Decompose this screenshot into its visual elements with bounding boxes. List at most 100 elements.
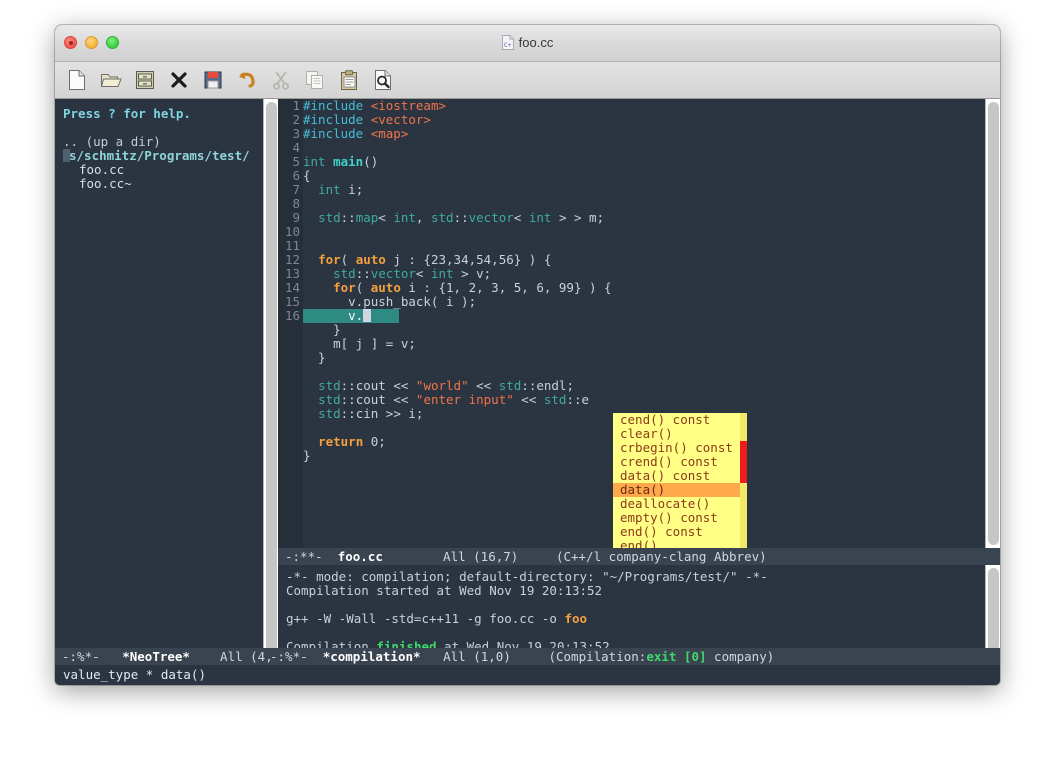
list-item[interactable]: foo.cc~	[63, 177, 263, 191]
code-token: (	[340, 252, 356, 267]
company-item-selected[interactable]: data()	[613, 483, 747, 497]
code-line[interactable]: 6{	[278, 169, 985, 183]
bottom-mode-line: -:%*- *NeoTree* All (4, -:%*- *compilati…	[55, 648, 1000, 665]
company-item[interactable]: deallocate()	[613, 497, 747, 511]
undo-button[interactable]	[234, 67, 260, 93]
cut-button[interactable]	[268, 67, 294, 93]
neotree-sidebar[interactable]: Press ? for help. .. (up a dir) s/schmit…	[55, 99, 263, 665]
code-line[interactable]: 16 v.	[278, 309, 985, 323]
code-token: int	[318, 182, 341, 197]
code-line[interactable]: std::cout << "enter input" << std::e	[278, 393, 985, 407]
code-line[interactable]	[278, 365, 985, 379]
neotree-ml-buffer: *NeoTree*	[122, 649, 190, 664]
compilation-text: -*- mode: compilation; default-directory…	[286, 569, 768, 584]
code-line[interactable]: 14 for( auto i : {1, 2, 3, 5, 6, 99} ) {	[278, 281, 985, 295]
new-file-button[interactable]	[64, 67, 90, 93]
code-token: auto	[370, 280, 401, 295]
code-line[interactable]: 1 #include <iostream>	[278, 99, 985, 113]
comp-ml-prefix: -:%*-	[270, 649, 323, 664]
code-line[interactable]: 3 #include <map>	[278, 127, 985, 141]
company-item[interactable]: empty() const	[613, 511, 747, 525]
comp-ml-buffer: *compilation*	[322, 649, 421, 664]
code-line[interactable]: }	[278, 351, 985, 365]
list-item[interactable]: foo.cc	[63, 163, 263, 177]
code-token: for	[333, 280, 356, 295]
code-line[interactable]: 11	[278, 239, 985, 253]
company-items-container: cend() const clear() crbegin() const crend(…	[613, 413, 747, 548]
echo-area[interactable]: value_type * data()	[55, 665, 1000, 685]
line-number: 7	[278, 183, 300, 197]
code-line[interactable]: 2 #include <vector>	[278, 113, 985, 127]
company-popup-scrollbar[interactable]	[740, 413, 747, 548]
code-scrollbar-thumb[interactable]	[988, 102, 999, 545]
code-line[interactable]: 10	[278, 225, 985, 239]
compilation-scrollbar-thumb[interactable]	[988, 568, 999, 651]
line-number: 3	[278, 127, 300, 141]
copy-button[interactable]	[302, 67, 328, 93]
neotree-ml-prefix: -:%*-	[62, 649, 123, 664]
code-scrollbar[interactable]	[985, 99, 1000, 548]
code-line[interactable]: m[ j ] = v;	[278, 337, 985, 351]
line-number: 5	[278, 155, 300, 169]
code-token: <	[513, 210, 529, 225]
company-completion-popup[interactable]: cend() const clear() crbegin() const crend(…	[613, 413, 747, 548]
code-line[interactable]: 9 std::map< int, std::vector< int > > m;	[278, 211, 985, 225]
code-token: #include	[303, 112, 371, 127]
code-token: <<	[513, 392, 544, 407]
code-token: <iostream>	[370, 99, 446, 113]
code-line[interactable]: 4	[278, 141, 985, 155]
code-editor-pane[interactable]: 1 #include <iostream> 2 #include <vector> 3 #…	[278, 99, 1000, 548]
save-button[interactable]	[200, 67, 226, 93]
status-badge: exit [0]	[646, 649, 707, 664]
compilation-line	[286, 598, 985, 612]
company-popup-scrollbar-thumb[interactable]	[740, 441, 747, 483]
code-line[interactable]: 12 for( auto j : {23,34,54,56} ) {	[278, 253, 985, 267]
company-item[interactable]: end() const	[613, 525, 747, 539]
company-item[interactable]: end()	[613, 539, 747, 548]
magnifier-page-icon	[375, 70, 391, 90]
dired-button[interactable]	[132, 67, 158, 93]
close-buffer-button[interactable]	[166, 67, 192, 93]
company-item[interactable]: crbegin() const	[613, 441, 747, 455]
company-item[interactable]: crend() const	[613, 455, 747, 469]
neotree-scrollbar-thumb[interactable]	[266, 102, 277, 662]
paste-button[interactable]	[336, 67, 362, 93]
line-number: 11	[278, 239, 300, 253]
neotree-root-item[interactable]: s/schmitz/Programs/test/	[63, 149, 263, 163]
code-line[interactable]: 13 std::vector< int > v;	[278, 267, 985, 281]
code-line[interactable]: std::cout << "world" << std::endl;	[278, 379, 985, 393]
code-token: ::	[453, 210, 469, 225]
neotree-ml-position: All (4,	[189, 649, 273, 664]
code-line[interactable]: 5 int main()	[278, 155, 985, 169]
code-line[interactable]: }	[278, 323, 985, 337]
code-buffer[interactable]: 1 #include <iostream> 2 #include <vector> 3 #…	[278, 99, 985, 548]
open-file-button[interactable]	[98, 67, 124, 93]
neotree-updir-label: .. (up a dir)	[63, 134, 161, 149]
compilation-line	[286, 626, 985, 640]
neotree-scrollbar[interactable]	[263, 99, 278, 665]
company-item[interactable]: data() const	[613, 469, 747, 483]
company-item[interactable]: clear()	[613, 427, 747, 441]
code-token: <vector>	[370, 112, 431, 127]
main-column: 1 #include <iostream> 2 #include <vector> 3 #…	[278, 99, 1000, 665]
code-line[interactable]: 15 v.push_back( i );	[278, 295, 985, 309]
code-line[interactable]: 8	[278, 197, 985, 211]
line-number: 14	[278, 281, 300, 295]
neotree-root-label: s/schmitz/Programs/test/	[69, 148, 250, 163]
code-line[interactable]: 7 int i;	[278, 183, 985, 197]
mode-line-position: All (16,7)	[382, 549, 556, 564]
echo-area-text: value_type * data()	[63, 667, 206, 682]
code-token: ::	[340, 392, 356, 407]
company-item[interactable]: cend() const	[613, 413, 747, 427]
search-button[interactable]	[370, 67, 396, 93]
code-token: > v;	[453, 266, 492, 281]
mode-line-prefix: -:**-	[285, 549, 338, 564]
code-token: > > m;	[551, 210, 605, 225]
toolbar	[55, 62, 1000, 99]
line-number: 15	[278, 295, 300, 309]
neotree-updir-item[interactable]: .. (up a dir)	[63, 135, 263, 149]
code-token: (	[355, 280, 371, 295]
code-token: int	[303, 154, 334, 169]
